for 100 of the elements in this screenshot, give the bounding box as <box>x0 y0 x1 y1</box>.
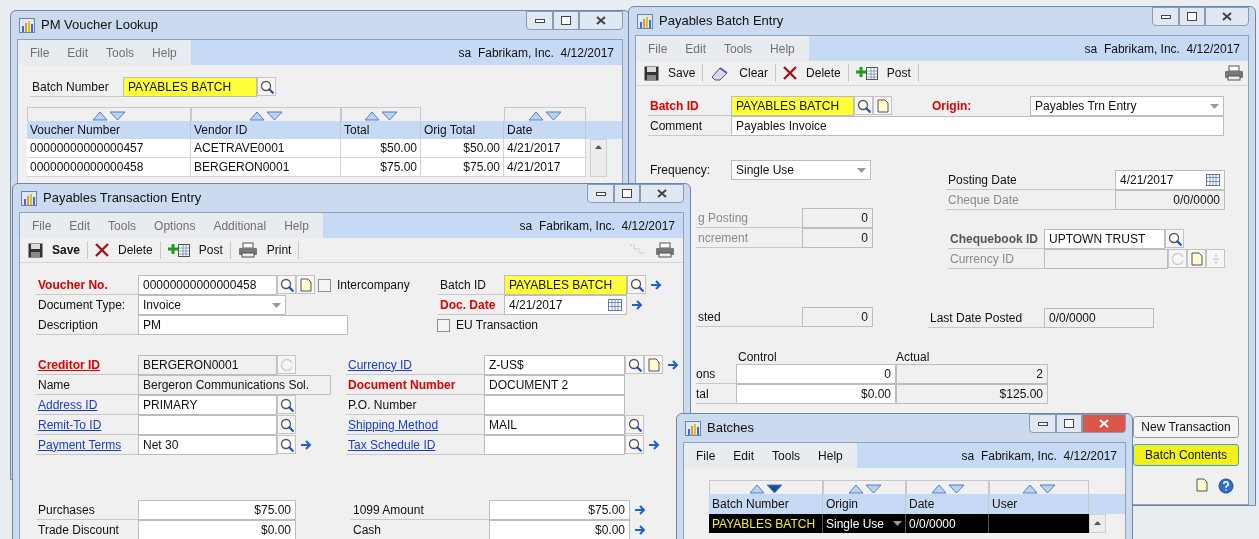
menu-item[interactable]: Options <box>154 216 196 235</box>
text-field[interactable]: $75.00 <box>489 500 630 520</box>
sort-arrows-icon[interactable] <box>92 110 126 121</box>
toolbar-button[interactable]: Delete <box>779 62 845 84</box>
menu-item[interactable]: Tools <box>106 43 135 62</box>
menu-item[interactable]: Help <box>284 216 309 235</box>
text-field[interactable] <box>138 415 277 435</box>
menu-item[interactable]: Help <box>770 39 795 58</box>
lookup-button[interactable] <box>625 355 644 374</box>
arrow-icon[interactable] <box>650 279 662 291</box>
text-field[interactable]: BERGERON0001 <box>138 355 277 375</box>
sort-arrows-icon[interactable] <box>249 110 283 121</box>
text-field[interactable]: MAIL <box>484 415 625 435</box>
close-button[interactable] <box>640 184 684 203</box>
menu-item[interactable]: Edit <box>67 43 89 62</box>
text-field[interactable]: 0 <box>802 307 873 327</box>
checkbox[interactable] <box>318 278 331 292</box>
lookup-button[interactable] <box>277 415 296 434</box>
maximize-button[interactable] <box>1179 7 1205 26</box>
text-field[interactable]: $75.00 <box>138 500 296 520</box>
maximize-button[interactable] <box>1056 414 1082 433</box>
menu-item[interactable]: File <box>696 446 716 465</box>
sort-arrows-icon[interactable] <box>528 110 562 121</box>
menu-item[interactable]: Edit <box>733 446 755 465</box>
text-field[interactable]: Net 30 <box>138 435 277 455</box>
close-button[interactable] <box>579 11 623 30</box>
menu-item[interactable]: Tools <box>772 446 801 465</box>
toolbar-button[interactable]: Save <box>24 239 85 261</box>
toolbar-button[interactable]: Post <box>851 62 915 84</box>
minimize-button[interactable] <box>587 184 614 203</box>
arrow-icon[interactable] <box>631 299 643 311</box>
text-field[interactable]: PAYABLES BATCH <box>123 77 257 97</box>
arrow-icon[interactable] <box>300 439 312 451</box>
menu-item[interactable]: Tools <box>724 39 753 58</box>
calendar-icon[interactable] <box>1206 174 1220 186</box>
dropdown-field[interactable]: Payables Trn Entry <box>1030 96 1224 116</box>
text-field[interactable]: 4/21/2017 <box>1115 170 1225 190</box>
menu-item[interactable]: File <box>32 216 52 235</box>
text-field[interactable]: Bergeron Communications Sol. <box>138 375 331 395</box>
text-field[interactable]: 0/0/0000 <box>1044 308 1154 328</box>
lookup-button[interactable] <box>277 395 296 414</box>
arrow-icon[interactable] <box>648 439 660 451</box>
lookup-button[interactable] <box>1165 229 1184 248</box>
scroll-up-icon[interactable] <box>595 145 602 149</box>
dropdown-field[interactable]: Invoice <box>138 295 286 315</box>
menu-item[interactable]: Additional <box>213 216 267 235</box>
text-field[interactable]: 00000000000000458 <box>138 275 277 295</box>
lookup-button[interactable] <box>277 275 296 294</box>
toolbar-button[interactable]: Save <box>640 62 700 84</box>
menu-item[interactable]: Edit <box>685 39 707 58</box>
sort-arrows-icon[interactable] <box>930 483 965 494</box>
menu-item[interactable]: File <box>30 43 50 62</box>
caret-icon[interactable] <box>893 521 902 526</box>
lookup-button[interactable] <box>625 435 644 454</box>
arrow-icon[interactable] <box>634 524 646 536</box>
sort-arrows-icon[interactable] <box>364 110 398 121</box>
sort-arrows-icon[interactable] <box>847 483 882 494</box>
text-field[interactable]: Payables Invoice <box>731 116 1224 136</box>
maximize-button[interactable] <box>553 11 579 30</box>
calendar-icon[interactable] <box>608 299 622 311</box>
text-field[interactable] <box>484 395 625 415</box>
text-field[interactable]: PAYABLES BATCH <box>731 96 854 116</box>
minimize-button[interactable] <box>1029 414 1056 433</box>
minimize-button[interactable] <box>1152 7 1179 26</box>
text-field[interactable]: PRIMARY <box>138 395 277 415</box>
lookup-button[interactable] <box>854 96 873 115</box>
text-field[interactable]: PAYABLES BATCH <box>504 275 627 295</box>
text-field[interactable]: PM <box>138 315 348 335</box>
table-row[interactable]: PAYABLES BATCH Single Use 0/0/0000 <box>709 514 1089 533</box>
text-field[interactable]: DOCUMENT 2 <box>484 375 625 395</box>
scroll-up-icon[interactable] <box>1094 521 1101 525</box>
text-field[interactable]: $0.00 <box>489 520 630 539</box>
toolbar-button[interactable]: Delete <box>91 239 157 261</box>
menu-item[interactable]: Help <box>818 446 843 465</box>
menu-item[interactable]: Tools <box>108 216 137 235</box>
action-button[interactable]: Batch Contents <box>1133 444 1239 466</box>
sort-arrows-icon[interactable] <box>1022 483 1056 494</box>
dropdown-field[interactable]: Single Use <box>731 160 871 180</box>
text-field[interactable]: 4/21/2017 <box>504 295 627 315</box>
arrow-icon[interactable] <box>667 359 679 371</box>
minimize-button[interactable] <box>526 11 553 30</box>
menu-item[interactable]: Help <box>152 43 177 62</box>
scrollbar[interactable] <box>590 139 607 177</box>
toolbar-button[interactable]: Print <box>233 239 296 261</box>
text-field[interactable]: Z-US$ <box>484 355 625 375</box>
action-button[interactable]: New Transaction <box>1133 416 1239 438</box>
lookup-button[interactable] <box>257 77 276 96</box>
checkbox[interactable] <box>437 318 450 332</box>
lookup-button[interactable] <box>627 275 646 294</box>
arrow-icon[interactable] <box>634 504 646 516</box>
close-button[interactable] <box>1082 414 1126 433</box>
text-field[interactable]: $0.00 <box>138 520 296 539</box>
toolbar-button[interactable]: Clear <box>706 62 773 84</box>
menu-item[interactable]: File <box>648 39 668 58</box>
help-icon[interactable] <box>1218 478 1234 494</box>
text-field[interactable] <box>484 435 625 455</box>
menu-item[interactable]: Edit <box>69 216 91 235</box>
toolbar-button[interactable]: Post <box>163 239 227 261</box>
lookup-button[interactable] <box>625 415 644 434</box>
close-button[interactable] <box>1205 7 1249 26</box>
